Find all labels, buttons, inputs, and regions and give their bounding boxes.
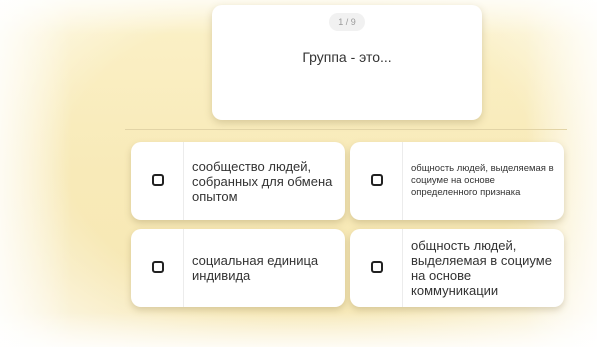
checkbox-icon[interactable] bbox=[152, 261, 164, 273]
answer-label: общность людей, выделяемая в социуме на … bbox=[411, 238, 552, 298]
answer-label: социальная единица индивида bbox=[192, 253, 319, 283]
answer-option-3[interactable]: социальная единица индивида bbox=[131, 229, 345, 307]
answer-label: общность людей, выделяемая в социуме на … bbox=[411, 163, 554, 198]
question-counter: 1 / 9 bbox=[329, 13, 365, 31]
answer-check-zone bbox=[350, 229, 403, 307]
answer-option-1[interactable]: сообщество людей, собранных для обмена о… bbox=[131, 142, 345, 220]
checkbox-icon[interactable] bbox=[371, 261, 383, 273]
answer-option-2[interactable]: общность людей, выделяемая в социуме на … bbox=[350, 142, 564, 220]
answer-check-zone bbox=[350, 142, 403, 220]
answer-check-zone bbox=[131, 229, 184, 307]
question-text: Группа - это... bbox=[302, 49, 392, 65]
answer-check-zone bbox=[131, 142, 184, 220]
question-card: 1 / 9 Группа - это... bbox=[212, 5, 482, 120]
answer-option-4[interactable]: общность людей, выделяемая в социуме на … bbox=[350, 229, 564, 307]
answer-label: сообщество людей, собранных для обмена о… bbox=[192, 158, 333, 204]
checkbox-icon[interactable] bbox=[371, 174, 383, 186]
checkbox-icon[interactable] bbox=[152, 174, 164, 186]
divider bbox=[125, 129, 567, 130]
